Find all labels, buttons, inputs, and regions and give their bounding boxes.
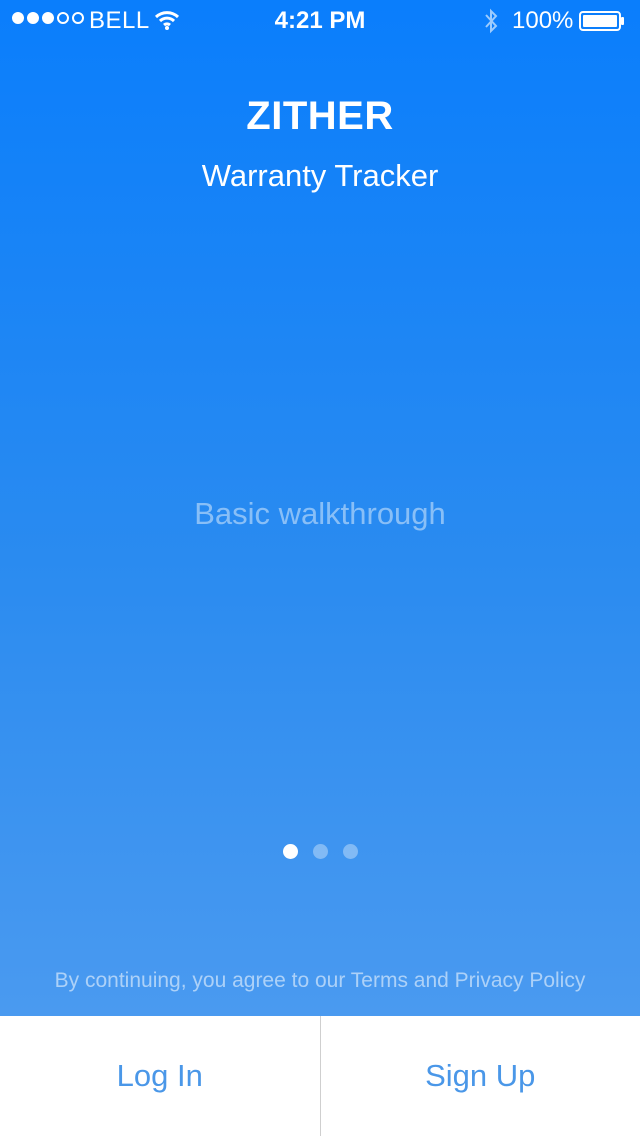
page-dot-3[interactable] (342, 844, 358, 859)
terms-notice[interactable]: By continuing, you agree to our Terms an… (0, 969, 640, 993)
app-logo-text: ZITHER (246, 94, 394, 138)
onboarding-screen: BELL 4:21 PM 100% ZITHER Warranty Tracke… (0, 0, 640, 1136)
page-dot-2[interactable] (312, 844, 328, 859)
bluetooth-icon (485, 8, 498, 34)
walkthrough-placeholder[interactable]: Basic walkthrough (0, 496, 640, 532)
app-subtitle: Warranty Tracker (201, 158, 439, 193)
battery-icon (579, 11, 624, 31)
battery-percent: 100% (512, 7, 574, 34)
status-bar: BELL 4:21 PM 100% (0, 0, 640, 40)
page-dot-1[interactable] (282, 844, 298, 859)
login-button[interactable]: Log In (0, 1016, 320, 1136)
signup-button[interactable]: Sign Up (321, 1016, 640, 1136)
auth-bar: Log In Sign Up (0, 1016, 640, 1136)
page-indicator[interactable] (0, 844, 640, 859)
